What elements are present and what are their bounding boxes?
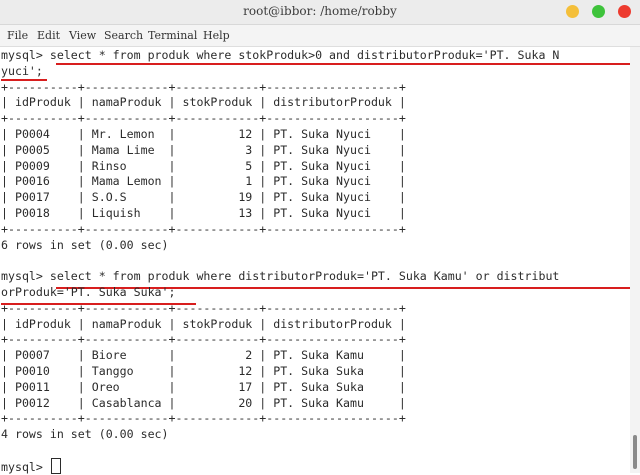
menu-bar: File Edit View Search Terminal Help <box>0 25 640 47</box>
terminal-line: | P0017 | S.O.S | 19 | PT. Suka Nyuci | <box>1 190 406 205</box>
window-titlebar: root@ibbor: /home/robby <box>0 0 640 25</box>
menu-terminal[interactable]: Terminal <box>148 29 197 42</box>
terminal-line: +----------+------------+------------+--… <box>1 79 406 94</box>
menu-search[interactable]: Search <box>104 29 143 42</box>
terminal-line: | P0009 | Rinso | 5 | PT. Suka Nyuci | <box>1 158 406 173</box>
terminal-line: | P0004 | Mr. Lemon | 12 | PT. Suka Nyuc… <box>1 127 406 141</box>
terminal-cursor <box>50 457 61 474</box>
terminal-line: | P0012 | Casablanca | 20 | PT. Suka Kam… <box>1 395 406 410</box>
terminal-line: yuci'; <box>1 63 43 78</box>
terminal-line: orProduk='PT. Suka Suka'; <box>1 285 176 299</box>
menu-view[interactable]: View <box>69 29 96 42</box>
terminal-line: 6 rows in set (0.00 sec) <box>1 237 169 252</box>
maximize-button[interactable] <box>592 5 605 18</box>
terminal-line: | P0010 | Tanggo | 12 | PT. Suka Suka | <box>1 364 406 378</box>
terminal-line: +----------+------------+------------+--… <box>1 300 406 315</box>
terminal-line: | P0011 | Oreo | 17 | PT. Suka Suka | <box>1 379 406 394</box>
scrollbar-thumb[interactable] <box>633 435 637 469</box>
terminal-line: +----------+------------+------------+--… <box>1 221 406 236</box>
terminal-line: +----------+------------+------------+--… <box>1 111 406 126</box>
minimize-button[interactable] <box>566 5 579 18</box>
close-button[interactable] <box>618 5 631 18</box>
menu-file[interactable]: File <box>7 29 28 42</box>
terminal-line: +----------+------------+------------+--… <box>1 332 406 347</box>
terminal-line: | P0007 | Biore | 2 | PT. Suka Kamu | <box>1 348 406 363</box>
terminal-line: mysql> select * from produk where distri… <box>1 269 560 284</box>
terminal-line: | idProduk | namaProduk | stokProduk | d… <box>1 95 406 110</box>
vertical-scrollbar[interactable] <box>630 47 640 473</box>
terminal-line: | P0016 | Mama Lemon | 1 | PT. Suka Nyuc… <box>1 174 406 189</box>
menu-edit[interactable]: Edit <box>37 29 60 42</box>
terminal-line: mysql> <box>1 457 61 474</box>
terminal-output[interactable]: mysql> select * from produk where stokPr… <box>0 47 630 474</box>
terminal-line: | P0005 | Mama Lime | 3 | PT. Suka Nyuci… <box>1 142 406 157</box>
terminal-line: | P0018 | Liquish | 13 | PT. Suka Nyuci … <box>1 206 406 220</box>
terminal-line: mysql> select * from produk where stokPr… <box>1 48 560 62</box>
terminal-line: +----------+------------+------------+--… <box>1 411 406 426</box>
terminal-line: 4 rows in set (0.00 sec) <box>1 427 169 442</box>
window-title: root@ibbor: /home/robby <box>243 4 397 18</box>
menu-help[interactable]: Help <box>203 29 230 42</box>
query-underline <box>56 63 630 65</box>
terminal-line: | idProduk | namaProduk | stokProduk | d… <box>1 316 406 331</box>
